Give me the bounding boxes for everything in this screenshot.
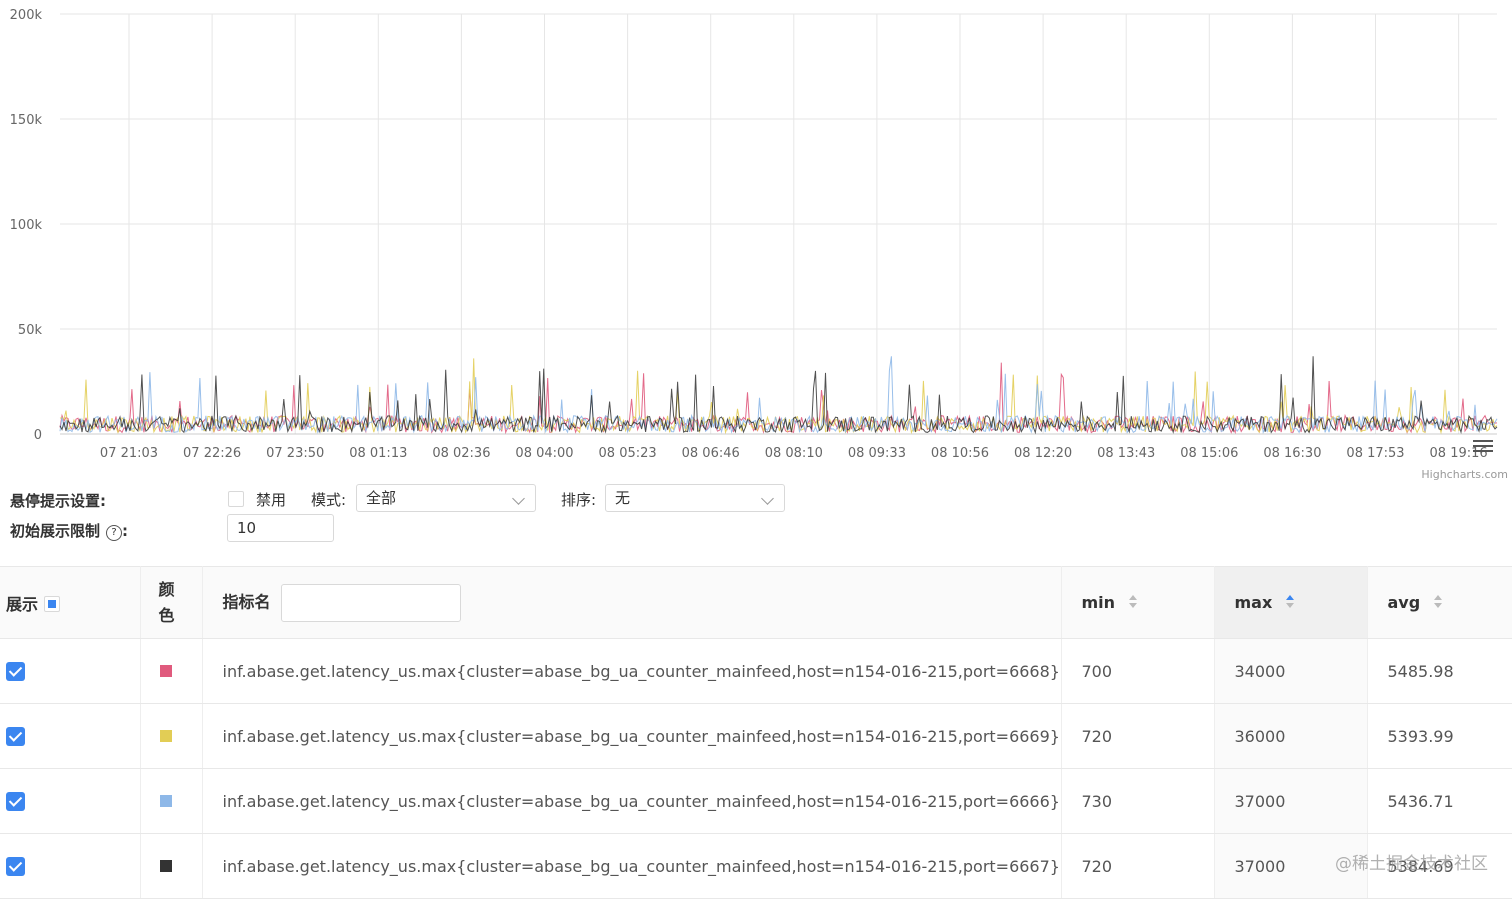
disable-checkbox[interactable] [228,491,244,507]
y-tick-label: 0 [34,428,42,443]
row-show-cell [0,768,141,834]
metric-max: 34000 [1214,638,1368,704]
color-swatch [159,664,172,677]
row-checkbox[interactable] [6,727,25,746]
metric-min: 720 [1061,833,1215,899]
metric-name: inf.abase.get.latency_us.max{cluster=aba… [202,638,1062,704]
disable-label: 禁用 [256,491,287,509]
x-tick-label: 08 04:00 [515,446,573,461]
col-name: 指标名 [202,566,1062,639]
hover-settings-label: 悬停提示设置: [10,492,106,510]
col-max-label: max [1234,593,1273,612]
col-show-label: 展示 [6,594,39,614]
x-tick-label: 08 16:30 [1263,446,1321,461]
x-tick-label: 08 10:56 [931,446,989,461]
row-checkbox[interactable] [6,857,25,876]
hover-settings-panel: 悬停提示设置: 禁用 模式: 全部 排序: 无 初始展示限制?: 10 [0,482,1512,562]
x-tick-label: 08 17:53 [1346,446,1404,461]
sort-icon[interactable] [1434,595,1443,609]
x-tick-label: 07 22:26 [183,446,241,461]
y-tick-label: 200k [10,8,43,23]
row-color-cell [140,833,203,899]
col-name-label: 指标名 [222,592,271,611]
row-show-cell [0,638,141,704]
series-line-4 [59,356,1498,435]
chart-series [59,356,1498,435]
row-show-cell [0,703,141,769]
highcharts-credit[interactable]: Highcharts.com [1421,468,1508,480]
chart-menu-icon[interactable] [1473,440,1493,454]
table-row: inf.abase.get.latency_us.max{cluster=aba… [0,703,1512,769]
metric-avg: 5436.71 [1367,768,1512,834]
x-tick-label: 08 02:36 [432,446,490,461]
table-row: inf.abase.get.latency_us.max{cluster=aba… [0,638,1512,704]
table-row: inf.abase.get.latency_us.max{cluster=aba… [0,833,1512,899]
color-swatch [159,794,172,807]
y-tick-label: 100k [10,218,43,233]
metric-min: 720 [1061,703,1215,769]
x-tick-label: 08 09:33 [848,446,906,461]
col-color: 颜色 [140,566,203,639]
initial-limit-value: 10 [237,519,257,537]
col-min-label: min [1081,593,1116,612]
metric-min: 730 [1061,768,1215,834]
metrics-table: 展示 颜色 指标名 min max avg inf.abase.get.late… [0,566,1512,899]
name-filter-input[interactable] [280,583,461,622]
x-tick-label: 08 06:46 [682,446,740,461]
metric-name: inf.abase.get.latency_us.max{cluster=aba… [202,768,1062,834]
x-tick-label: 08 01:13 [349,446,407,461]
x-tick-label: 08 08:10 [765,446,823,461]
mode-select[interactable]: 全部 [356,484,536,512]
select-all-checkbox[interactable] [44,595,61,612]
x-tick-label: 08 15:06 [1180,446,1238,461]
col-avg-label: avg [1387,593,1421,612]
col-avg[interactable]: avg [1367,566,1512,639]
mode-select-value: 全部 [366,489,397,507]
latency-line-chart: 200k 150k 100k 50k 0 07 21:03 07 22:26 07 23:50… [10,8,1508,480]
sort-select-value: 无 [615,489,631,507]
sort-label: 排序: [561,491,597,509]
sort-select[interactable]: 无 [605,484,785,512]
watermark: @稀土掘金技术社区 [1335,854,1488,874]
col-max[interactable]: max [1214,566,1368,639]
row-color-cell [140,638,203,704]
row-checkbox[interactable] [6,792,25,811]
y-tick-label: 50k [18,323,43,338]
col-show[interactable]: 展示 [0,566,141,639]
initial-limit-text: 初始展示限制 [10,522,101,540]
x-tick-label: 07 21:03 [100,446,158,461]
x-tick-label: 07 23:50 [266,446,324,461]
initial-limit-input[interactable]: 10 [227,514,334,542]
row-color-cell [140,703,203,769]
x-tick-label: 08 12:20 [1014,446,1072,461]
col-color-label: 颜色 [158,579,175,625]
mode-label: 模式: [311,491,347,509]
sort-icon[interactable] [1129,595,1138,609]
x-tick-label: 08 13:43 [1097,446,1155,461]
metric-max: 37000 [1214,768,1368,834]
metric-avg: 5393.99 [1367,703,1512,769]
color-swatch [159,859,172,872]
table-header-row: 展示 颜色 指标名 min max avg [0,566,1512,639]
initial-limit-label: 初始展示限制?: [10,522,129,541]
y-tick-label: 150k [10,113,43,128]
metric-name: inf.abase.get.latency_us.max{cluster=aba… [202,833,1062,899]
color-swatch [159,729,172,742]
table-row: inf.abase.get.latency_us.max{cluster=aba… [0,768,1512,834]
chevron-down-icon [761,492,774,505]
row-color-cell [140,768,203,834]
metric-name: inf.abase.get.latency_us.max{cluster=aba… [202,703,1062,769]
chevron-down-icon [512,492,525,505]
metric-max: 36000 [1214,703,1368,769]
chart-grid [60,13,1497,435]
sort-asc-icon[interactable] [1286,595,1295,609]
metric-min: 700 [1061,638,1215,704]
row-show-cell [0,833,141,899]
help-icon[interactable]: ? [106,525,123,541]
chart-axis-labels: 200k 150k 100k 50k 0 07 21:03 07 22:26 07 23:50… [10,8,1488,461]
metric-avg: 5485.98 [1367,638,1512,704]
col-min[interactable]: min [1061,566,1215,639]
x-tick-label: 08 05:23 [599,446,657,461]
row-checkbox[interactable] [6,662,25,681]
